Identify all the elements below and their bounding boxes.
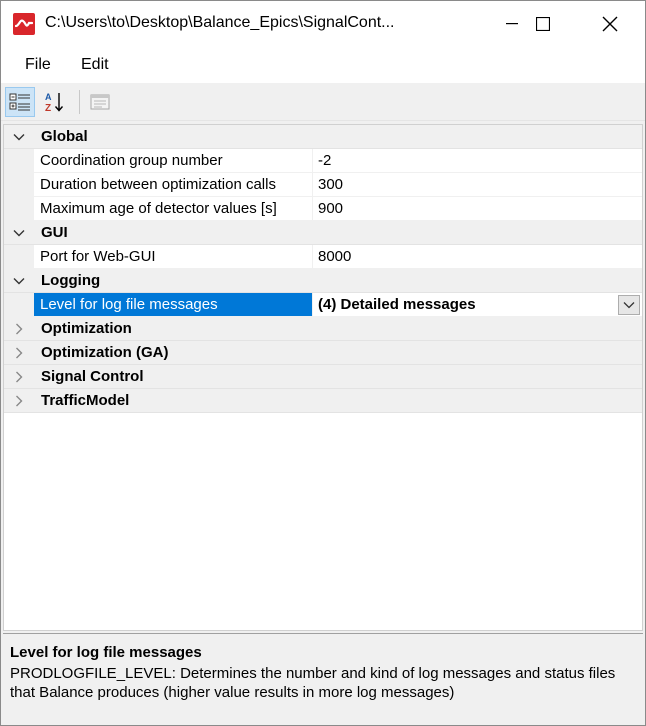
row-gutter bbox=[4, 197, 34, 221]
property-row-duration-between[interactable]: Duration between optimization calls 300 bbox=[4, 173, 642, 197]
row-gutter bbox=[4, 173, 34, 197]
description-pane: Level for log file messages PRODLOGFILE_… bbox=[3, 633, 643, 723]
app-icon bbox=[13, 13, 35, 35]
toolbar-separator bbox=[79, 90, 80, 114]
property-name[interactable]: Level for log file messages bbox=[34, 293, 312, 317]
category-signal-control[interactable]: Signal Control bbox=[4, 365, 642, 389]
category-label: Global bbox=[41, 128, 88, 145]
menu-edit[interactable]: Edit bbox=[81, 56, 109, 74]
close-button[interactable] bbox=[581, 1, 639, 47]
property-value[interactable]: 900 bbox=[313, 197, 642, 221]
chevron-down-icon bbox=[623, 302, 635, 309]
category-label: GUI bbox=[41, 224, 68, 241]
chevron-down-icon[interactable] bbox=[12, 130, 26, 144]
property-value[interactable]: -2 bbox=[313, 149, 642, 173]
svg-text:Z: Z bbox=[45, 103, 51, 114]
svg-text:A: A bbox=[45, 92, 52, 102]
description-text: PRODLOGFILE_LEVEL: Determines the number… bbox=[10, 665, 616, 701]
property-row-coordination-group[interactable]: Coordination group number -2 bbox=[4, 149, 642, 173]
category-label: Signal Control bbox=[41, 368, 144, 385]
category-gui[interactable]: GUI bbox=[4, 221, 642, 245]
property-value-select[interactable]: (4) Detailed messages bbox=[313, 293, 642, 317]
sort-az-icon: A Z bbox=[45, 92, 64, 114]
chevron-right-icon[interactable] bbox=[12, 346, 26, 360]
chevron-right-icon[interactable] bbox=[12, 370, 26, 384]
chevron-right-icon[interactable] bbox=[12, 394, 26, 408]
title-bar[interactable]: C:\Users\to\Desktop\Balance_Epics\Signal… bbox=[1, 1, 645, 47]
category-optimization-ga[interactable]: Optimization (GA) bbox=[4, 341, 642, 365]
description-title: Level for log file messages bbox=[10, 644, 202, 661]
row-gutter bbox=[4, 245, 34, 269]
property-value[interactable]: 8000 bbox=[313, 245, 642, 269]
property-name[interactable]: Duration between optimization calls bbox=[34, 173, 312, 197]
property-pages-icon bbox=[90, 94, 110, 110]
chevron-down-icon[interactable] bbox=[12, 274, 26, 288]
category-label: Logging bbox=[41, 272, 101, 289]
property-row-max-age[interactable]: Maximum age of detector values [s] 900 bbox=[4, 197, 642, 221]
menu-bar: File Edit bbox=[1, 47, 645, 83]
toolbar: A Z bbox=[1, 83, 645, 121]
maximize-icon bbox=[536, 17, 550, 31]
app-window: C:\Users\to\Desktop\Balance_Epics\Signal… bbox=[0, 0, 646, 726]
category-label: Optimization bbox=[41, 320, 132, 337]
property-row-port-web-gui[interactable]: Port for Web-GUI 8000 bbox=[4, 245, 642, 269]
category-logging[interactable]: Logging bbox=[4, 269, 642, 293]
category-label: Optimization (GA) bbox=[41, 344, 169, 361]
property-name[interactable]: Coordination group number bbox=[34, 149, 312, 173]
category-optimization[interactable]: Optimization bbox=[4, 317, 642, 341]
property-value[interactable]: 300 bbox=[313, 173, 642, 197]
categorized-icon bbox=[9, 93, 30, 111]
row-gutter bbox=[4, 149, 34, 173]
maximize-button[interactable] bbox=[513, 1, 573, 47]
property-row-log-level[interactable]: Level for log file messages (4) Detailed… bbox=[4, 293, 642, 317]
window-title: C:\Users\to\Desktop\Balance_Epics\Signal… bbox=[45, 14, 395, 31]
property-grid[interactable]: Global Coordination group number -2 Dura… bbox=[3, 124, 643, 631]
category-global[interactable]: Global bbox=[4, 125, 642, 149]
close-icon bbox=[602, 16, 618, 32]
row-gutter bbox=[4, 293, 34, 317]
menu-file[interactable]: File bbox=[25, 56, 51, 74]
property-name[interactable]: Port for Web-GUI bbox=[34, 245, 312, 269]
category-label: TrafficModel bbox=[41, 392, 130, 409]
chevron-right-icon[interactable] bbox=[12, 322, 26, 336]
property-name[interactable]: Maximum age of detector values [s] bbox=[34, 197, 312, 221]
property-pages-button[interactable] bbox=[85, 87, 115, 117]
categorized-view-button[interactable] bbox=[5, 87, 35, 117]
alphabetical-sort-button[interactable]: A Z bbox=[39, 87, 69, 117]
dropdown-button[interactable] bbox=[618, 295, 640, 315]
chevron-down-icon[interactable] bbox=[12, 226, 26, 240]
category-traffic-model[interactable]: TrafficModel bbox=[4, 389, 642, 413]
